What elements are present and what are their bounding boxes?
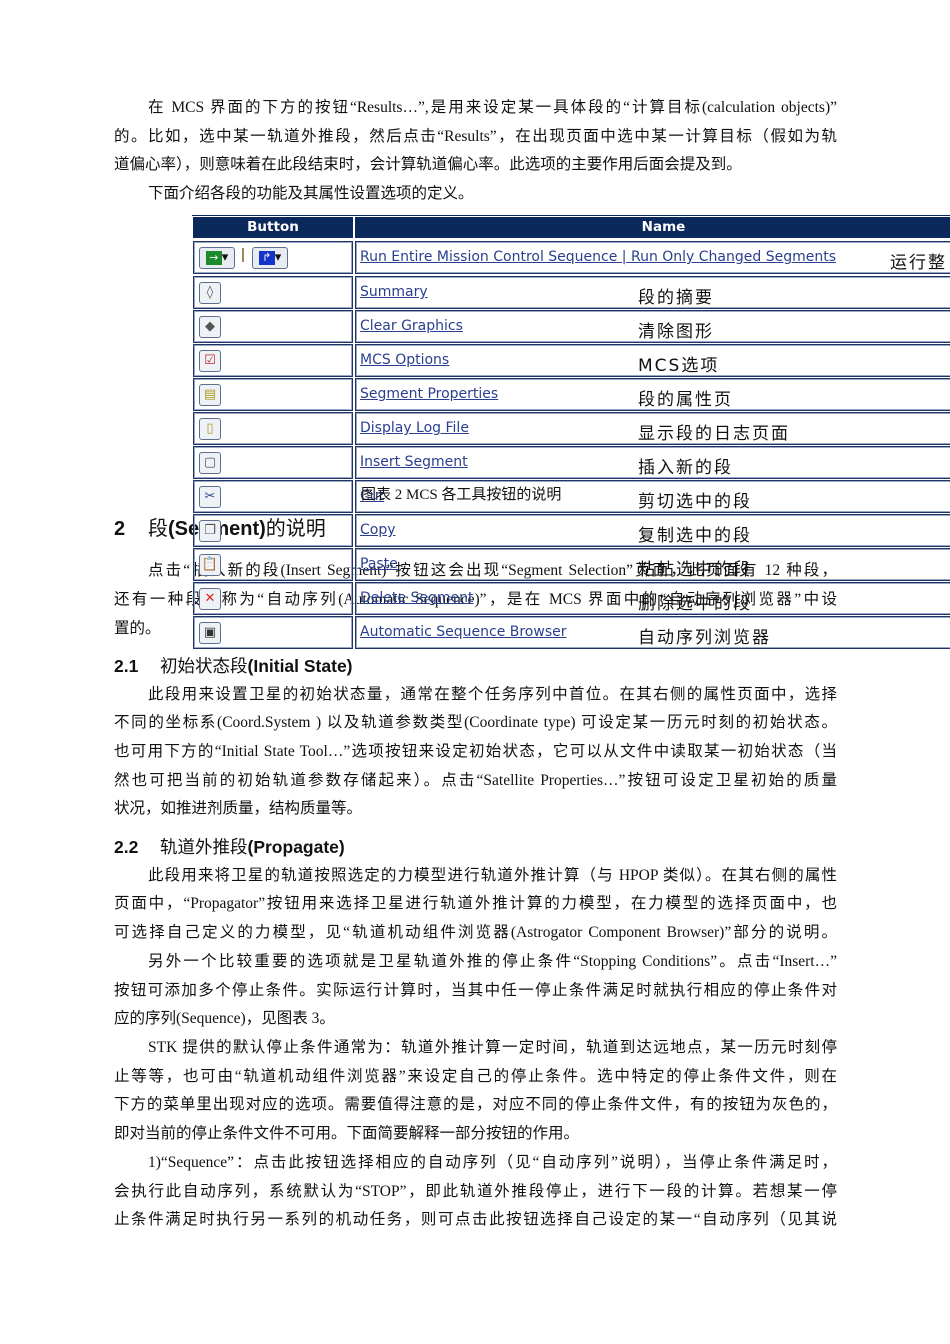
text-line: 的。比如，选中某一轨道外推段，然后点击“Results”，在出现页面中选中某一计… bbox=[114, 128, 837, 145]
tool-cn-label: 自动序列浏览器 bbox=[638, 628, 771, 648]
segment-tool-link[interactable]: Delete Segment bbox=[360, 590, 473, 606]
table-top-rule bbox=[192, 215, 950, 216]
text-line: 1)“Sequence”：点击此按钮选择相应的自动序列（见“自动序列”说明），当… bbox=[148, 1154, 837, 1171]
table-row: Display Log File 显示段的日志页面 bbox=[355, 412, 950, 445]
heading-bold-text: (Initial State) bbox=[247, 656, 353, 676]
button-cell: ◆ bbox=[193, 310, 353, 343]
blue-arrow-icon: ↱ bbox=[258, 250, 275, 265]
table-row: Summary 段的摘要 bbox=[355, 276, 950, 309]
table-row: Clear Graphics 清除图形 bbox=[355, 310, 950, 343]
cut-icon[interactable]: ✂ bbox=[199, 486, 221, 508]
text-line: 此段用来将卫星的轨道按照选定的力模型进行轨道外推计算（与 HPOP 类似）。在其… bbox=[148, 867, 837, 884]
section-number: 2.1 bbox=[114, 656, 139, 676]
table-row: Segment Properties 段的属性页 bbox=[355, 378, 950, 411]
display-log-icon[interactable]: ▯ bbox=[199, 418, 221, 440]
button-cell: ✕ bbox=[193, 582, 353, 615]
text-line: 止等等，也可由“轨道机动组件浏览器”来设定自己的停止条件。选中特定的停止条件文件… bbox=[114, 1068, 837, 1085]
separator bbox=[242, 248, 244, 262]
segment-tool-link[interactable]: Segment Properties bbox=[360, 386, 498, 402]
table-row: Copy 复制选中的段 bbox=[355, 514, 950, 547]
document-page: 在 MCS 界面的下方的按钮“Results…”,是用来设定某一具体段的“计算目… bbox=[0, 0, 950, 1344]
button-cell: 📋 bbox=[193, 548, 353, 581]
text-line: 道偏心率），则意味着在此段结束时，会计算轨道偏心率。此选项的主要作用后面会提及到… bbox=[114, 156, 742, 173]
section-2-1-heading: 2.1 初始状态段(Initial State) bbox=[114, 653, 353, 678]
tool-cn-label: 剪切选中的段 bbox=[638, 492, 752, 512]
text-line: STK 提供的默认停止条件通常为：轨道外推计算一定时间，轨道到达远地点，某一历元… bbox=[148, 1039, 837, 1056]
button-cell: ◊ bbox=[193, 276, 353, 309]
tool-cn-label: 段的摘要 bbox=[638, 288, 714, 308]
sequence-browser-icon[interactable]: ▣ bbox=[199, 622, 221, 644]
text-line: 即对当前的停止条件文件不可用。下面简要解释一部分按钮的作用。 bbox=[114, 1125, 580, 1142]
delete-icon[interactable]: ✕ bbox=[199, 588, 221, 610]
run-mcs-link[interactable]: Run Entire Mission Control Sequence | Ru… bbox=[360, 249, 836, 265]
text-line: 页面中，“Propagator”按钮用来选择卫星进行轨道外推计算的力模型，在力模… bbox=[114, 895, 837, 912]
text-line: 会执行此自动序列，系统默认为“STOP”，即此轨道外推段停止，进行下一段的计算。… bbox=[114, 1183, 837, 1200]
heading-bold-text: (Propagate) bbox=[247, 837, 345, 857]
button-cell: ▤ bbox=[193, 378, 353, 411]
segment-properties-icon[interactable]: ▤ bbox=[199, 384, 221, 406]
button-cell: ▣ bbox=[193, 616, 353, 649]
segment-tool-link[interactable]: Automatic Sequence Browser bbox=[360, 624, 567, 640]
section-2-2-heading: 2.2 轨道外推段(Propagate) bbox=[114, 834, 345, 859]
button-cell: ✂ bbox=[193, 480, 353, 513]
tool-cn-label: 清除图形 bbox=[638, 322, 714, 342]
button-cell: ☑ bbox=[193, 344, 353, 377]
copy-icon[interactable]: ❐ bbox=[199, 520, 221, 542]
clear-graphics-icon[interactable]: ◆ bbox=[199, 316, 221, 338]
run-buttons-cell: → ▾ ↱ ▾ bbox=[193, 241, 353, 274]
header-name: Name bbox=[355, 217, 950, 238]
tool-cn-label: MCS选项 bbox=[638, 356, 720, 376]
tool-cn-label: 粘帖选中的段 bbox=[638, 560, 752, 580]
run-entire-mcs-button[interactable]: → ▾ bbox=[199, 247, 235, 269]
text-line: 然也可把当前的初始轨道参数存储起来）。点击“Satellite Properti… bbox=[114, 772, 837, 789]
tool-cn-label: 删除选中的段 bbox=[638, 594, 752, 614]
text-line: 在 MCS 界面的下方的按钮“Results…”,是用来设定某一具体段的“计算目… bbox=[148, 99, 837, 116]
tool-cn-label: 显示段的日志页面 bbox=[638, 424, 790, 444]
text-line: 可选择自己定义的力模型，见“轨道机动组件浏览器(Astrogator Compo… bbox=[114, 924, 837, 941]
mcs-options-icon[interactable]: ☑ bbox=[199, 350, 221, 372]
table-row: Delete Segment 删除选中的段 bbox=[355, 582, 950, 615]
tool-cn-label: 复制选中的段 bbox=[638, 526, 752, 546]
segment-tool-link[interactable]: Display Log File bbox=[360, 420, 469, 436]
run-cn-label: 运行整 bbox=[890, 253, 947, 273]
segment-tool-link[interactable]: Summary bbox=[360, 284, 428, 300]
text-line: 另外一个比较重要的选项就是卫星轨道外推的停止条件“Stopping Condit… bbox=[148, 953, 837, 970]
section-number: 2.2 bbox=[114, 837, 139, 857]
text-line: 下面介绍各段的功能及其属性设置选项的定义。 bbox=[148, 185, 474, 202]
table-row: Paste 粘帖选中的段 bbox=[355, 548, 950, 581]
text-line: 此段用来设置卫星的初始状态量，通常在整个任务序列中首位。在其右侧的属性页面中，选… bbox=[148, 686, 837, 703]
insert-segment-icon[interactable]: ▢ bbox=[199, 452, 221, 474]
table-row: Automatic Sequence Browser 自动序列浏览器 bbox=[355, 616, 950, 649]
segment-tool-link[interactable]: Paste bbox=[360, 556, 398, 572]
heading-text: 轨道外推段 bbox=[160, 837, 248, 857]
segment-tool-link[interactable]: MCS Options bbox=[360, 352, 449, 368]
segment-tool-link[interactable]: Clear Graphics bbox=[360, 318, 463, 334]
button-cell: ▯ bbox=[193, 412, 353, 445]
text-line: 应的序列(Sequence)，见图表 3。 bbox=[114, 1010, 335, 1027]
run-changed-segments-button[interactable]: ↱ ▾ bbox=[252, 247, 288, 269]
green-arrow-icon: → bbox=[205, 250, 222, 265]
table-row: MCS Options MCS选项 bbox=[355, 344, 950, 377]
paste-icon[interactable]: 📋 bbox=[199, 554, 221, 576]
heading-text: 初始状态段 bbox=[160, 656, 248, 676]
summary-icon[interactable]: ◊ bbox=[199, 282, 221, 304]
text-line: 按钮可添加多个停止条件。实际运行计算时，当其中任一停止条件满足时就执行相应的停止… bbox=[114, 982, 837, 999]
section-number: 2 bbox=[114, 518, 126, 540]
heading-text: 段 bbox=[148, 518, 168, 540]
button-cell: ▢ bbox=[193, 446, 353, 479]
tool-cn-label: 段的属性页 bbox=[638, 390, 733, 410]
table-row: Insert Segment 插入新的段 bbox=[355, 446, 950, 479]
button-cell: ❐ bbox=[193, 514, 353, 547]
text-line: 状况，如推进剂质量，结构质量等。 bbox=[114, 800, 363, 817]
segment-tool-link[interactable]: Copy bbox=[360, 522, 396, 538]
tool-cn-label: 插入新的段 bbox=[638, 458, 733, 478]
text-line: 下方的菜单里出现对应的选项。需要值得注意的是，对应不同的停止条件文件，有的按钮为… bbox=[114, 1096, 837, 1113]
segment-tool-link[interactable]: Insert Segment bbox=[360, 454, 468, 470]
text-line: 不同的坐标系(Coord.System ) 以及轨道参数类型(Coordinat… bbox=[114, 714, 837, 731]
header-button: Button bbox=[193, 217, 353, 238]
text-line: 也可用下方的“Initial State Tool…”选项按钮来设定初始状态，它… bbox=[114, 743, 837, 760]
text-line: 止条件满足时执行另一系列的机动任务，则可点击此按钮选择自己设定的某一“自动序列（… bbox=[114, 1211, 837, 1228]
run-name-cell: Run Entire Mission Control Sequence | Ru… bbox=[355, 241, 950, 274]
table-caption: 图表 2 MCS 各工具按钮的说明 bbox=[361, 487, 562, 503]
